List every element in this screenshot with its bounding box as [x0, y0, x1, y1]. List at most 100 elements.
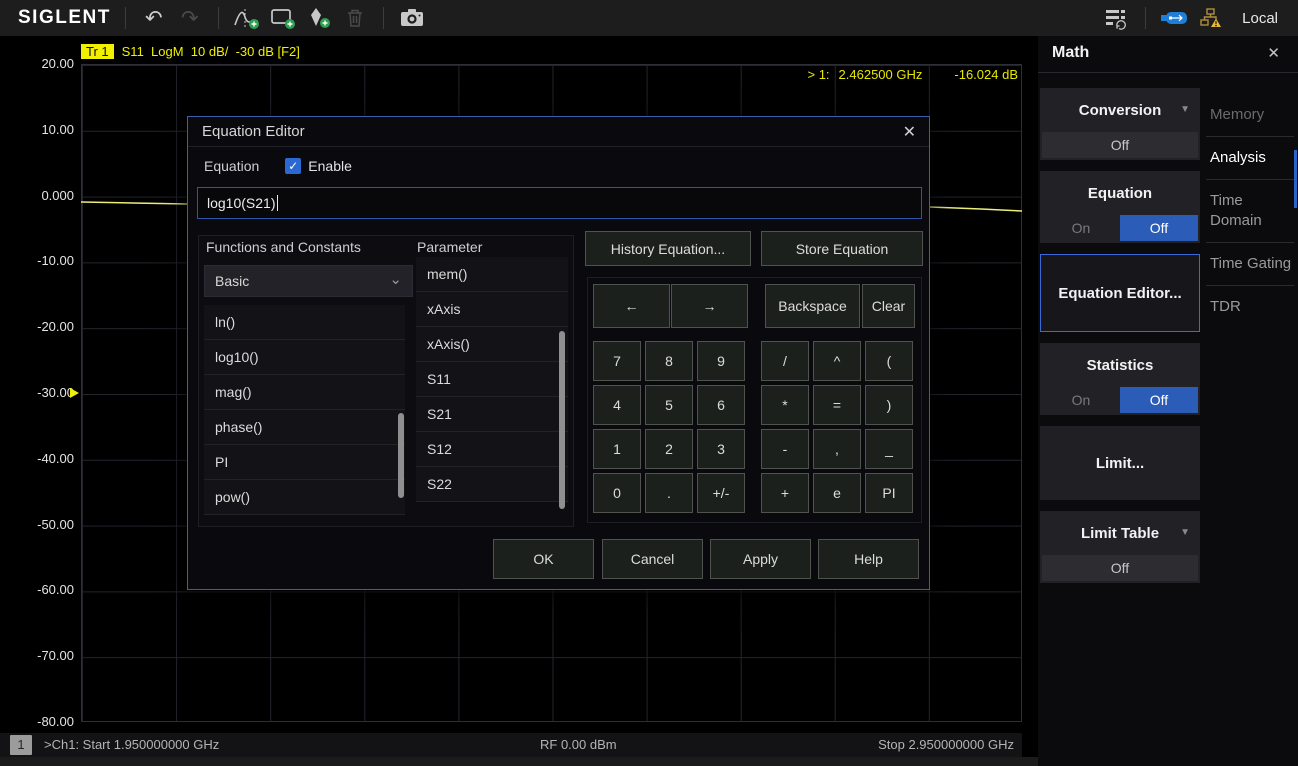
- key-6[interactable]: 6: [697, 385, 745, 425]
- add-window-icon: [269, 6, 297, 30]
- key-pi[interactable]: PI: [865, 473, 913, 513]
- parameter-item-s22[interactable]: S22: [416, 467, 568, 502]
- limit-button[interactable]: Limit...: [1040, 426, 1200, 500]
- usb-status-button[interactable]: [1156, 3, 1192, 33]
- function-category-dropdown[interactable]: Basic ⌄: [204, 265, 413, 297]
- local-mode-button[interactable]: Local: [1242, 10, 1278, 27]
- add-marker-icon: [306, 6, 332, 30]
- display-layout-button[interactable]: [1099, 3, 1135, 33]
- key-1[interactable]: 1: [593, 429, 641, 469]
- key-multiply[interactable]: *: [761, 385, 809, 425]
- equation-editor-button[interactable]: Equation Editor...: [1040, 254, 1200, 332]
- key-decimal[interactable]: .: [645, 473, 693, 513]
- key-0[interactable]: 0: [593, 473, 641, 513]
- chevron-down-icon: ▼: [1180, 104, 1190, 115]
- key-5[interactable]: 5: [645, 385, 693, 425]
- sidebar-close-icon[interactable]: ✕: [1267, 44, 1280, 62]
- dialog-close-icon[interactable]: ✕: [903, 122, 916, 142]
- equation-off-button[interactable]: Off: [1120, 215, 1198, 241]
- dialog-title: Equation Editor: [202, 123, 305, 140]
- key-e[interactable]: e: [813, 473, 861, 513]
- channel-badge[interactable]: 1: [10, 735, 32, 755]
- key-8[interactable]: 8: [645, 341, 693, 381]
- redo-button[interactable]: ↷: [172, 3, 208, 33]
- key-backspace[interactable]: Backspace: [765, 284, 860, 328]
- conversion-state[interactable]: Off: [1042, 132, 1198, 158]
- function-item-phase[interactable]: phase(): [204, 410, 405, 445]
- delete-button[interactable]: [337, 3, 373, 33]
- conversion-panel[interactable]: Conversion ▼ Off: [1040, 88, 1200, 160]
- trace-info-label[interactable]: S11 LogM 10 dB/ -30 dB [F2]: [122, 44, 300, 59]
- network-status-button[interactable]: [1192, 3, 1228, 33]
- function-item-log10[interactable]: log10(): [204, 340, 405, 375]
- key-clear[interactable]: Clear: [862, 284, 915, 328]
- help-button[interactable]: Help: [818, 539, 919, 579]
- y-axis-label: -20.00: [0, 319, 74, 335]
- parameter-scrollbar[interactable]: [559, 331, 565, 509]
- sidebar-tabs: Memory Analysis Time Domain Time Gating …: [1206, 94, 1294, 328]
- y-axis-label: -70.00: [0, 648, 74, 664]
- key-plus[interactable]: +: [761, 473, 809, 513]
- add-trace-button[interactable]: [229, 3, 265, 33]
- tab-memory[interactable]: Memory: [1206, 94, 1294, 136]
- parameter-item-s21[interactable]: S21: [416, 397, 568, 432]
- function-item-pi[interactable]: PI: [204, 445, 405, 480]
- store-equation-button[interactable]: Store Equation: [761, 231, 923, 266]
- equation-on-button[interactable]: On: [1042, 215, 1120, 241]
- y-axis-label: -80.00: [0, 714, 74, 730]
- key-open-paren[interactable]: (: [865, 341, 913, 381]
- key-9[interactable]: 9: [697, 341, 745, 381]
- limit-table-state[interactable]: Off: [1042, 555, 1198, 581]
- key-4[interactable]: 4: [593, 385, 641, 425]
- ok-button[interactable]: OK: [493, 539, 594, 579]
- undo-button[interactable]: ↶: [136, 3, 172, 33]
- history-equation-button[interactable]: History Equation...: [585, 231, 751, 266]
- add-marker-button[interactable]: [301, 3, 337, 33]
- tab-analysis[interactable]: Analysis: [1206, 136, 1294, 179]
- statistics-on-button[interactable]: On: [1042, 387, 1120, 413]
- equation-toggle: On Off: [1042, 215, 1198, 241]
- function-item-pow[interactable]: pow(): [204, 480, 405, 515]
- equation-input[interactable]: log10(S21): [197, 187, 922, 219]
- key-underscore[interactable]: _: [865, 429, 913, 469]
- usb-icon: [1160, 10, 1188, 26]
- key-7[interactable]: 7: [593, 341, 641, 381]
- parameter-item-s12[interactable]: S12: [416, 432, 568, 467]
- key-power[interactable]: ^: [813, 341, 861, 381]
- toolbar-divider: [383, 7, 384, 29]
- key-minus[interactable]: -: [761, 429, 809, 469]
- key-arrow-right[interactable]: →: [671, 284, 748, 328]
- key-plus-minus[interactable]: +/-: [697, 473, 745, 513]
- key-arrow-left[interactable]: ←: [593, 284, 670, 328]
- enable-checkbox[interactable]: ✓: [285, 158, 301, 174]
- limit-table-panel[interactable]: Limit Table ▼ Off: [1040, 511, 1200, 583]
- cancel-button[interactable]: Cancel: [602, 539, 703, 579]
- key-comma[interactable]: ,: [813, 429, 861, 469]
- function-item-mag[interactable]: mag(): [204, 375, 405, 410]
- parameter-item-s11[interactable]: S11: [416, 362, 568, 397]
- siglent-logo: SIGLENT: [18, 7, 111, 29]
- key-equals[interactable]: =: [813, 385, 861, 425]
- trace-selector[interactable]: Tr 1 S11 LogM 10 dB/ -30 dB [F2]: [81, 43, 300, 59]
- apply-button[interactable]: Apply: [710, 539, 811, 579]
- parameter-section-label: Parameter: [417, 239, 482, 255]
- key-2[interactable]: 2: [645, 429, 693, 469]
- functions-scrollbar[interactable]: [398, 413, 404, 498]
- statistics-off-button[interactable]: Off: [1120, 387, 1198, 413]
- key-divide[interactable]: /: [761, 341, 809, 381]
- top-toolbar: SIGLENT ↶ ↷: [0, 0, 1298, 36]
- parameter-item-mem[interactable]: mem(): [416, 257, 568, 292]
- parameter-item-xaxis2[interactable]: xAxis(): [416, 327, 568, 362]
- add-window-button[interactable]: [265, 3, 301, 33]
- key-3[interactable]: 3: [697, 429, 745, 469]
- screenshot-button[interactable]: [394, 3, 430, 33]
- parameter-item-xaxis[interactable]: xAxis: [416, 292, 568, 327]
- key-close-paren[interactable]: ): [865, 385, 913, 425]
- trace-badge[interactable]: Tr 1: [81, 44, 114, 59]
- tab-time-gating[interactable]: Time Gating: [1206, 242, 1294, 285]
- tab-tdr[interactable]: TDR: [1206, 285, 1294, 328]
- tab-time-domain[interactable]: Time Domain: [1206, 179, 1294, 242]
- chevron-down-icon: ▼: [1180, 527, 1190, 538]
- function-item-ln[interactable]: ln(): [204, 305, 405, 340]
- bottom-strip: [0, 757, 1038, 766]
